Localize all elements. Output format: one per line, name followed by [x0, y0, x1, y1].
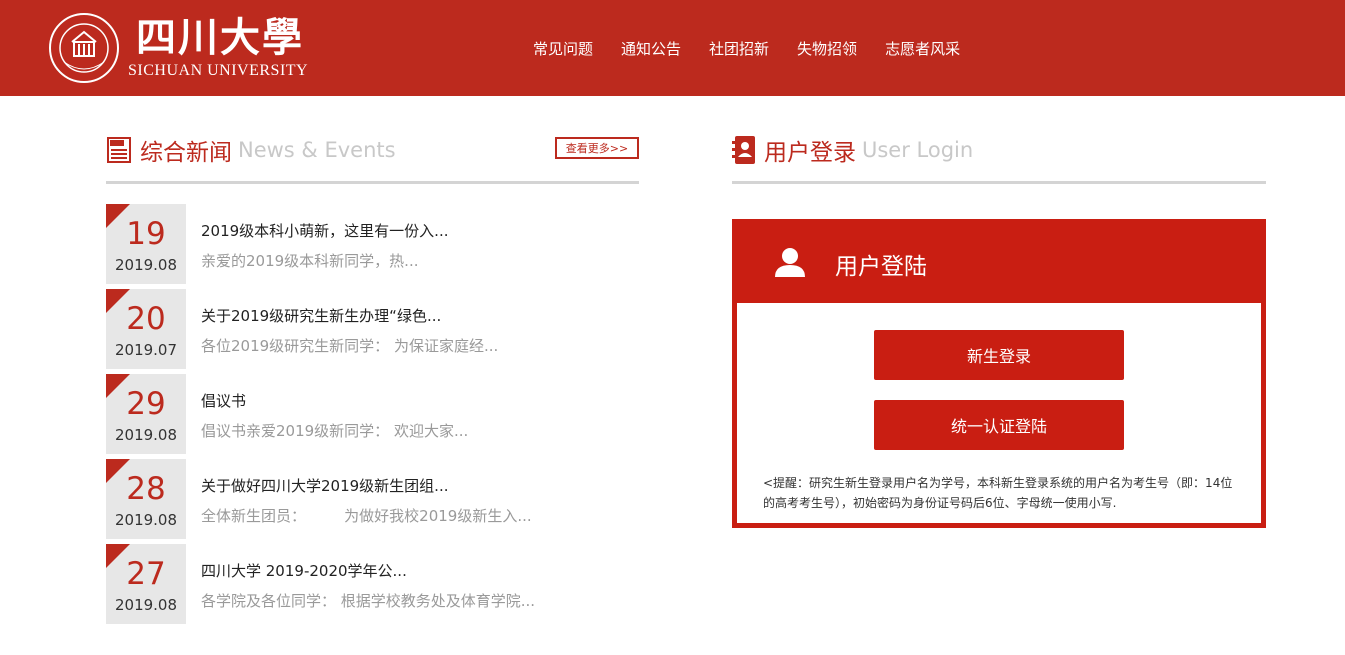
nav-item-announcements[interactable]: 通知公告: [621, 38, 681, 59]
date-badge: 29 2019.08: [106, 374, 186, 454]
news-summary: 各位2019级研究生新同学： 为保证家庭经...: [201, 337, 499, 355]
university-logo[interactable]: 四川大學 SICHUAN UNIVERSITY: [48, 12, 338, 84]
news-item[interactable]: 20 2019.07 关于2019级研究生新生办理“绿色... 各位2019级研…: [106, 289, 646, 369]
news-title-cn: 综合新闻: [140, 140, 232, 166]
news-day: 29: [126, 386, 166, 422]
login-panel-title: 用户登陆: [835, 254, 927, 280]
news-title-en: News & Events: [238, 138, 396, 162]
site-header: 四川大學 SICHUAN UNIVERSITY 常见问题 通知公告 社团招新 失…: [0, 0, 1345, 96]
view-more-button[interactable]: 查看更多>>: [555, 137, 639, 159]
unified-auth-login-button[interactable]: 统一认证登陆: [874, 400, 1124, 450]
news-title-link[interactable]: 四川大学 2019-2020学年公...: [201, 560, 407, 581]
news-summary: 倡议书亲爱2019级新同学： 欢迎大家...: [201, 422, 469, 440]
news-summary: 亲爱的2019级本科新同学，热...: [201, 252, 419, 270]
nav-item-faq[interactable]: 常见问题: [533, 38, 593, 59]
main-nav: 常见问题 通知公告 社团招新 失物招领 志愿者风采: [533, 0, 988, 96]
date-badge: 27 2019.08: [106, 544, 186, 624]
news-summary: 全体新生团员： 为做好我校2019级新生入...: [201, 507, 532, 525]
logo-english-name: SICHUAN UNIVERSITY: [128, 62, 309, 79]
news-divider: [106, 181, 639, 184]
news-day: 28: [126, 471, 166, 507]
news-year-month: 2019.08: [114, 426, 178, 444]
nav-item-lost-found[interactable]: 失物招领: [797, 38, 857, 59]
news-title-link[interactable]: 2019级本科小萌新，这里有一份入...: [201, 220, 448, 241]
news-title-link[interactable]: 倡议书: [201, 390, 246, 411]
news-title-link[interactable]: 关于2019级研究生新生办理“绿色...: [201, 305, 441, 326]
news-summary: 各学院及各位同学： 根据学校教务处及体育学院...: [201, 592, 536, 610]
news-item[interactable]: 27 2019.08 四川大学 2019-2020学年公... 各学院及各位同学…: [106, 544, 646, 624]
address-book-icon: [732, 136, 755, 164]
news-item[interactable]: 29 2019.08 倡议书 倡议书亲爱2019级新同学： 欢迎大家...: [106, 374, 646, 454]
login-divider: [732, 181, 1266, 184]
news-section-title: 综合新闻 News & Events: [106, 130, 396, 170]
newspaper-icon: [107, 137, 131, 163]
news-day: 19: [126, 216, 166, 252]
news-year-month: 2019.08: [114, 511, 178, 529]
login-title-en: User Login: [862, 138, 974, 162]
news-year-month: 2019.08: [114, 256, 178, 274]
user-icon: [775, 248, 805, 277]
date-badge: 19 2019.08: [106, 204, 186, 284]
news-title-link[interactable]: 关于做好四川大学2019级新生团组...: [201, 475, 448, 496]
freshman-login-button[interactable]: 新生登录: [874, 330, 1124, 380]
login-title-cn: 用户登录: [764, 140, 856, 166]
news-year-month: 2019.07: [114, 341, 178, 359]
login-notice: <提醒：研究生新生登录用户名为学号，本科新生登录系统的用户名为考生号（即：14位…: [763, 476, 1233, 510]
nav-item-volunteers[interactable]: 志愿者风采: [885, 38, 960, 59]
news-day: 20: [126, 301, 166, 337]
nav-item-club-recruit[interactable]: 社团招新: [709, 38, 769, 59]
date-badge: 20 2019.07: [106, 289, 186, 369]
login-section-title: 用户登录 User Login: [732, 130, 973, 170]
news-item[interactable]: 28 2019.08 关于做好四川大学2019级新生团组... 全体新生团员： …: [106, 459, 646, 539]
news-item[interactable]: 19 2019.08 2019级本科小萌新，这里有一份入... 亲爱的2019级…: [106, 204, 646, 284]
seal-emblem-icon: [49, 13, 119, 83]
logo-chinese-name: 四川大學: [136, 14, 304, 61]
login-panel: 用户登陆 新生登录 统一认证登陆 <提醒：研究生新生登录用户名为学号，本科新生登…: [732, 219, 1266, 528]
news-year-month: 2019.08: [114, 596, 178, 614]
news-day: 27: [126, 556, 166, 592]
login-panel-header: 用户登陆: [732, 219, 1266, 303]
login-panel-body: 新生登录 统一认证登陆 <提醒：研究生新生登录用户名为学号，本科新生登录系统的用…: [737, 303, 1261, 523]
date-badge: 28 2019.08: [106, 459, 186, 539]
